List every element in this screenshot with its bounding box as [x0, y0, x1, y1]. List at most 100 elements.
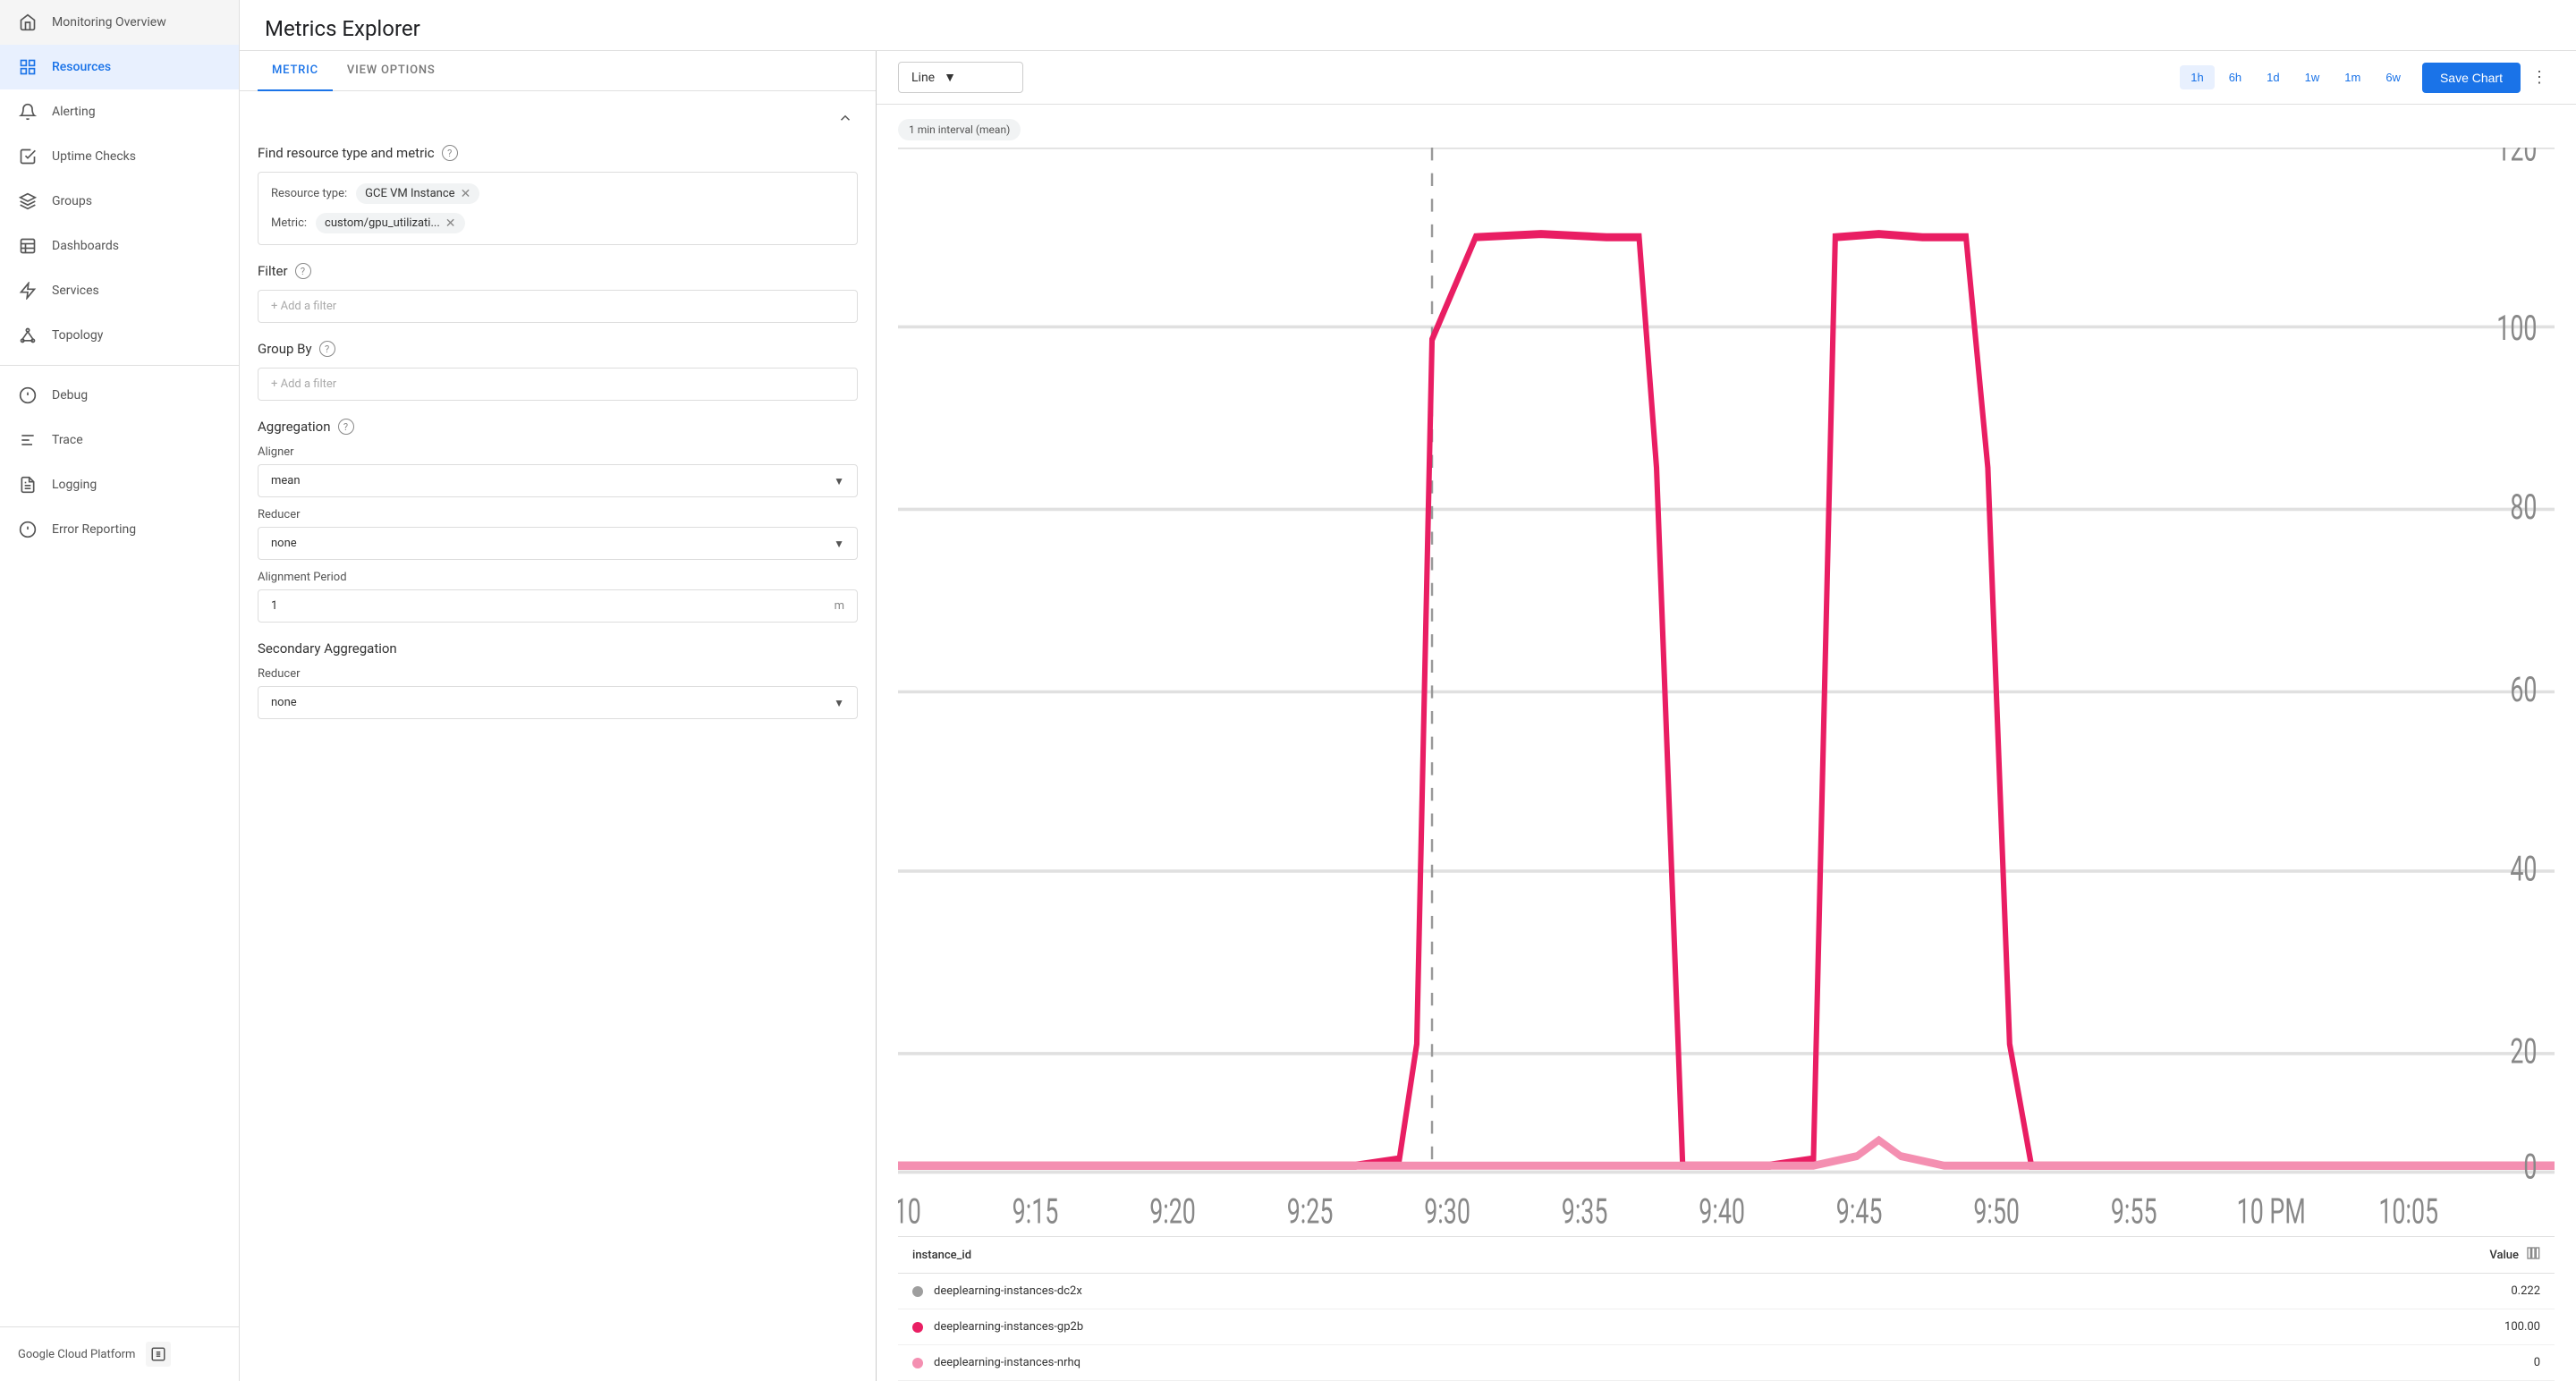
metric-line: Metric: custom/gpu_utilizati... ✕ — [271, 213, 844, 233]
error-icon — [18, 520, 38, 539]
sidebar-item-dashboards[interactable]: Dashboards — [0, 224, 239, 268]
lightning-icon — [18, 281, 38, 301]
svg-text:9:15: 9:15 — [1013, 1192, 1059, 1233]
svg-text:120: 120 — [2496, 148, 2537, 170]
tab-view-options[interactable]: VIEW OPTIONS — [333, 51, 450, 91]
home-icon — [18, 13, 38, 32]
sidebar-item-label: Dashboards — [52, 239, 119, 253]
chart-area: 1 min interval (mean) — [877, 105, 2576, 1381]
chart-container: 9:10 9:15 9:20 9:25 9:30 9:35 9:40 9:45 … — [898, 148, 2555, 1236]
dashboard-icon — [18, 236, 38, 256]
sidebar-item-label: Groups — [52, 194, 92, 208]
legend-value-1: 0.222 — [2511, 1284, 2540, 1298]
help-icon[interactable]: ? — [442, 145, 458, 161]
alignment-period-suffix: m — [835, 599, 844, 613]
section-title: Find resource type and metric ? — [258, 145, 858, 161]
resource-type-chip[interactable]: GCE VM Instance ✕ — [356, 183, 479, 204]
secondary-reducer-dropdown[interactable]: none ▼ — [258, 686, 858, 719]
time-btn-6h[interactable]: 6h — [2218, 65, 2252, 89]
aligner-dropdown[interactable]: mean ▼ — [258, 464, 858, 497]
group-by-section: Group By ? + Add a filter — [258, 341, 858, 401]
topology-icon — [18, 326, 38, 345]
resource-type-close[interactable]: ✕ — [461, 188, 471, 200]
legend-name-3: deeplearning-instances-nrhq — [934, 1356, 2534, 1369]
sidebar-item-label: Error Reporting — [52, 522, 136, 537]
svg-text:10 PM: 10 PM — [2237, 1192, 2306, 1233]
legend-name-1: deeplearning-instances-dc2x — [934, 1284, 2511, 1298]
sidebar-item-logging[interactable]: Logging — [0, 462, 239, 507]
sidebar-item-trace[interactable]: Trace — [0, 418, 239, 462]
group-by-input[interactable]: + Add a filter — [258, 368, 858, 401]
aggregation-title: Aggregation ? — [258, 419, 858, 435]
legend-table: instance_id Value deeplearning-instances… — [898, 1236, 2555, 1381]
sidebar-item-label: Trace — [52, 433, 83, 447]
metric-close[interactable]: ✕ — [445, 217, 456, 230]
time-btn-6w[interactable]: 6w — [2375, 65, 2411, 89]
legend-value-3: 0 — [2534, 1356, 2540, 1369]
sidebar-item-resources[interactable]: Resources — [0, 45, 239, 89]
time-btn-1d[interactable]: 1d — [2256, 65, 2290, 89]
aligner-dropdown-arrow: ▼ — [834, 475, 844, 487]
group-by-help-icon[interactable]: ? — [319, 341, 335, 357]
metric-chip[interactable]: custom/gpu_utilizati... ✕ — [316, 213, 464, 233]
google-cloud-logo: Google Cloud Platform — [18, 1348, 135, 1361]
trace-icon — [18, 430, 38, 450]
secondary-reducer-label: Reducer — [258, 667, 858, 681]
legend-dot-1 — [912, 1286, 923, 1297]
time-btn-1h[interactable]: 1h — [2180, 65, 2214, 89]
more-options-icon[interactable]: ⋮ — [2524, 64, 2555, 90]
reducer-label: Reducer — [258, 508, 858, 521]
svg-text:60: 60 — [2510, 670, 2537, 711]
sidebar-item-label: Topology — [52, 328, 103, 343]
svg-text:100: 100 — [2496, 309, 2537, 350]
page-header: Metrics Explorer — [240, 0, 2576, 51]
svg-text:9:35: 9:35 — [1562, 1192, 1608, 1233]
left-panel: METRIC VIEW OPTIONS Find resource type a… — [240, 51, 877, 1381]
sidebar-menu-icon[interactable] — [146, 1342, 171, 1367]
legend-dot-2 — [912, 1322, 923, 1333]
sidebar-item-services[interactable]: Services — [0, 268, 239, 313]
legend-value-2: 100.00 — [2504, 1320, 2540, 1334]
aggregation-help-icon[interactable]: ? — [338, 419, 354, 435]
chart-type-select[interactable]: Line ▼ — [898, 62, 1023, 93]
sidebar-item-error-reporting[interactable]: Error Reporting — [0, 507, 239, 552]
filter-input[interactable]: + Add a filter — [258, 290, 858, 323]
secondary-aggregation-section: Secondary Aggregation Reducer none ▼ — [258, 640, 858, 719]
sidebar-item-debug[interactable]: Debug — [0, 373, 239, 418]
time-ranges: 1h 6h 1d 1w 1m 6w Save Chart ⋮ — [2180, 63, 2555, 93]
legend-columns-icon[interactable] — [2526, 1246, 2540, 1264]
legend-row: deeplearning-instances-nrhq 0 — [898, 1345, 2555, 1381]
legend-header: instance_id Value — [898, 1237, 2555, 1274]
secondary-aggregation-title: Secondary Aggregation — [258, 640, 858, 657]
legend-name-2: deeplearning-instances-gp2b — [934, 1320, 2504, 1334]
legend-column-value: Value — [2489, 1249, 2519, 1262]
sidebar-bottom: Google Cloud Platform — [0, 1326, 239, 1381]
check-square-icon — [18, 147, 38, 166]
sidebar-item-groups[interactable]: Groups — [0, 179, 239, 224]
sidebar-item-uptime-checks[interactable]: Uptime Checks — [0, 134, 239, 179]
sidebar-item-topology[interactable]: Topology — [0, 313, 239, 358]
save-chart-button[interactable]: Save Chart — [2422, 63, 2521, 93]
sidebar-item-alerting[interactable]: Alerting — [0, 89, 239, 134]
chart-badge: 1 min interval (mean) — [898, 119, 1021, 140]
alignment-period-input[interactable]: 1 m — [258, 589, 858, 623]
time-btn-1w[interactable]: 1w — [2294, 65, 2331, 89]
sidebar-item-monitoring-overview[interactable]: Monitoring Overview — [0, 0, 239, 45]
aggregation-section: Aggregation ? Aligner mean ▼ Reducer non… — [258, 419, 858, 623]
legend-column-name: instance_id — [912, 1249, 971, 1262]
tab-metric[interactable]: METRIC — [258, 51, 333, 91]
collapsible-header[interactable] — [258, 91, 858, 145]
svg-text:9:10: 9:10 — [898, 1192, 921, 1233]
bell-icon — [18, 102, 38, 122]
chart-type-arrow: ▼ — [944, 70, 956, 85]
aligner-label: Aligner — [258, 445, 858, 459]
tabs: METRIC VIEW OPTIONS — [240, 51, 876, 91]
svg-text:9:30: 9:30 — [1424, 1192, 1470, 1233]
svg-text:9:40: 9:40 — [1699, 1192, 1745, 1233]
time-btn-1m[interactable]: 1m — [2334, 65, 2371, 89]
legend-dot-3 — [912, 1358, 923, 1368]
sidebar-item-label: Debug — [52, 388, 88, 402]
filter-help-icon[interactable]: ? — [295, 263, 311, 279]
reducer-dropdown[interactable]: none ▼ — [258, 527, 858, 560]
sidebar: Monitoring Overview Resources Alerting U… — [0, 0, 240, 1381]
